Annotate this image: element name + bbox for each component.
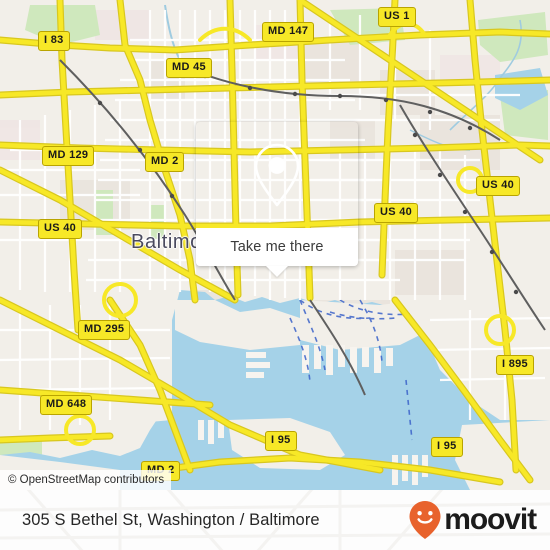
footer-bar: 305 S Bethel St, Washington / Baltimore … [0,490,550,550]
moovit-logo[interactable]: moovit [408,500,537,540]
road-shield: US 40 [38,219,83,239]
popup-action-bar[interactable]: Take me there [196,228,358,266]
road-shield: MD 648 [40,395,93,415]
road-shield: MD 147 [262,22,315,42]
moovit-map-screenshot: Baltimore I 83 MD 147 US 1 MD 45 MD 129 MD 2U… [0,0,550,550]
popup-header [196,122,358,228]
road-shield: US 40 [374,203,419,223]
road-shield: US 1 [378,7,416,27]
address-label: 305 S Bethel St, Washington / Baltimore [22,510,320,529]
road-shield: MD 2 [145,152,185,172]
road-shield: MD 129 [42,146,95,166]
road-shield: MD 295 [78,320,131,340]
map-pin-icon [254,143,300,207]
moovit-smiley-pin-icon [409,501,441,539]
road-shield: US 40 [476,176,521,196]
osm-attribution[interactable]: © OpenStreetMap contributors [0,470,172,490]
road-shield: I 95 [431,437,463,457]
road-shield: I 895 [496,355,534,375]
moovit-wordmark: moovit [444,503,537,536]
road-shield: I 83 [38,31,70,51]
take-me-there-label: Take me there [230,239,324,255]
popup-pointer-tail [266,266,288,277]
map-canvas[interactable]: Baltimore I 83 MD 147 US 1 MD 45 MD 129 MD 2U… [0,0,550,490]
road-shield: MD 45 [166,58,212,78]
destination-popup[interactable]: Take me there [196,122,358,277]
road-shield: I 95 [265,431,297,451]
